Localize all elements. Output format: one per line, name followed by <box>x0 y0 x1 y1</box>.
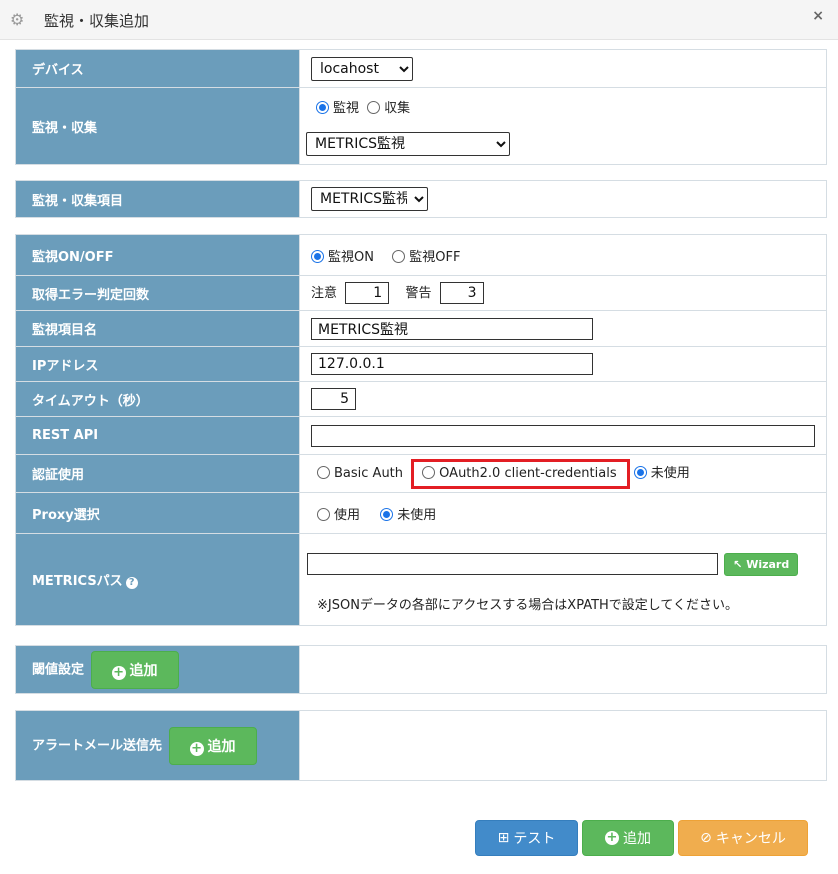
metrics-path-input[interactable] <box>307 552 718 575</box>
radio-monitor-off[interactable] <box>392 249 406 263</box>
basic-auth-label: Basic Auth <box>334 465 404 481</box>
alert-mail-add-label: 追加 <box>207 738 236 755</box>
monitor-type-select[interactable]: METRICS監視 <box>306 131 510 156</box>
ip-input[interactable] <box>311 353 593 375</box>
error-count-label: 取得エラー判定回数 <box>15 275 300 311</box>
device-select[interactable]: locahost <box>311 56 413 81</box>
radio-oauth[interactable] <box>422 465 436 479</box>
item-label: 監視・収集項目 <box>15 180 300 218</box>
alert-mail-add-button[interactable]: + 追加 <box>168 726 257 765</box>
threshold-label-cell: 閾値設定 + 追加 <box>15 645 300 694</box>
threshold-content <box>299 645 827 694</box>
auth-label: 認証使用 <box>15 454 300 493</box>
cancel-label: キャンセル <box>715 831 786 847</box>
threshold-label: 閾値設定 <box>32 662 85 677</box>
radio-monitor[interactable] <box>316 100 329 114</box>
rest-api-input[interactable] <box>311 424 815 447</box>
rest-api-label: REST API <box>15 416 300 455</box>
settings-group: 監視ON/OFF 監視ON 監視OFF 取得エラー判定回数 注意 警告 監視項目… <box>15 234 827 626</box>
help-icon[interactable]: ? <box>125 577 138 589</box>
metrics-path-label-cell: METRICSパス? <box>15 533 300 626</box>
wizard-label: Wizard <box>746 557 790 571</box>
radio-auth-none[interactable] <box>633 465 647 479</box>
radio-basic-auth[interactable] <box>317 465 330 479</box>
plus-circle-icon: + <box>189 740 204 756</box>
ban-icon: ⊘ <box>700 830 712 846</box>
oauth-label: OAuth2.0 client-credentials <box>439 465 617 481</box>
monitor-onoff-label: 監視ON/OFF <box>15 234 300 276</box>
plus-circle-icon: + <box>111 664 126 680</box>
timeout-label: タイムアウト（秒） <box>15 381 300 417</box>
test-label: テスト <box>513 831 556 847</box>
radio-monitor-label: 監視 <box>333 100 360 116</box>
metrics-path-label: METRICSパス <box>32 574 123 589</box>
item-select[interactable]: METRICS監視 <box>311 187 428 211</box>
monitor-off-label: 監視OFF <box>409 249 461 265</box>
close-icon[interactable]: × <box>812 8 824 24</box>
add-button[interactable]: + 追加 <box>582 820 674 856</box>
oauth-highlight: OAuth2.0 client-credentials <box>411 458 630 489</box>
item-name-label: 監視項目名 <box>15 310 300 347</box>
device-group: デバイス locahost 監視・収集 監視 収集 METRICS監視 <box>15 49 827 165</box>
device-label: デバイス <box>15 49 300 88</box>
alert-mail-label-cell: アラートメール送信先 + 追加 <box>15 710 300 781</box>
wand-icon: ↖ <box>733 557 747 571</box>
threshold-add-button[interactable]: + 追加 <box>90 650 179 689</box>
dialog-title: 監視・収集追加 <box>44 12 150 30</box>
alert-mail-content <box>299 710 827 781</box>
radio-collect-label: 収集 <box>384 100 411 116</box>
radio-proxy-none[interactable] <box>380 507 394 521</box>
dialog-titlebar: ⚙ 監視・収集追加 × <box>0 0 838 40</box>
cancel-button[interactable]: ⊘ キャンセル <box>678 820 808 856</box>
timeout-input[interactable] <box>311 388 356 410</box>
plus-circle-icon: + <box>605 830 619 845</box>
sitemap-icon: ⊞ <box>497 830 510 846</box>
item-group: 監視・収集項目 METRICS監視 <box>15 180 827 218</box>
add-label: 追加 <box>623 831 651 847</box>
monitor-collect-label: 監視・収集 <box>15 87 300 165</box>
auth-none-label: 未使用 <box>650 465 690 481</box>
test-button[interactable]: ⊞ テスト <box>475 820 578 856</box>
caution-label: 注意 <box>311 286 338 301</box>
alert-mail-label: アラートメール送信先 <box>32 738 163 753</box>
radio-collect[interactable] <box>367 100 381 114</box>
alert-mail-group: アラートメール送信先 + 追加 <box>15 710 827 781</box>
wizard-button[interactable]: ↖ Wizard <box>724 552 799 576</box>
proxy-use-label: 使用 <box>334 507 361 523</box>
radio-monitor-on[interactable] <box>311 249 324 263</box>
monitor-on-label: 監視ON <box>328 249 374 265</box>
threshold-add-label: 追加 <box>129 662 158 679</box>
ip-label: IPアドレス <box>15 346 300 382</box>
radio-proxy-use[interactable] <box>317 507 330 521</box>
proxy-label: Proxy選択 <box>15 492 300 534</box>
proxy-none-label: 未使用 <box>397 507 437 523</box>
warning-input[interactable] <box>439 282 484 304</box>
item-name-input[interactable] <box>311 317 593 340</box>
metrics-path-note: ※JSONデータの各部にアクセスする場合はXPATHで設定してください。 <box>317 597 739 613</box>
warning-label: 警告 <box>405 286 432 301</box>
caution-input[interactable] <box>345 282 390 304</box>
gear-icon: ⚙ <box>10 10 25 29</box>
threshold-group: 閾値設定 + 追加 <box>15 645 827 694</box>
